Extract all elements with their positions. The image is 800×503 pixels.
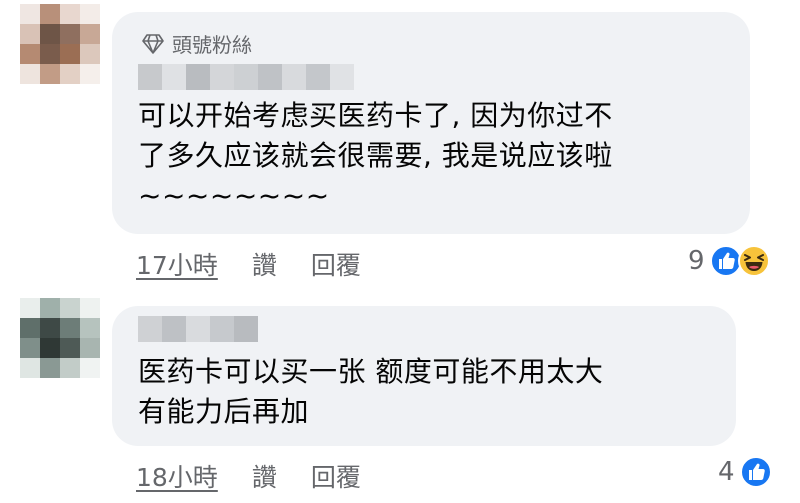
reaction-summary[interactable]: 4: [718, 455, 773, 489]
diamond-icon: [142, 33, 164, 54]
like-button[interactable]: 讚: [252, 246, 277, 282]
commenter-avatar[interactable]: [20, 298, 100, 378]
haha-icon: [737, 245, 770, 277]
comment-bubble: 医药卡可以买一张 额度可能不用太大 有能力后再加: [112, 306, 736, 446]
comment-bubble: 頭號粉絲 可以开始考虑买医药卡了, 因为你过不 了多久应该就会很需要, 我是说应…: [112, 12, 750, 234]
like-button[interactable]: 讚: [252, 458, 277, 494]
comment-text: 医药卡可以买一张 额度可能不用太大 有能力后再加: [138, 355, 604, 428]
comment-timestamp[interactable]: 17小時: [136, 246, 218, 282]
badge-label: 頭號粉絲: [172, 33, 252, 57]
comment-timestamp[interactable]: 18小時: [136, 458, 218, 494]
comment-text: 可以开始考虑买医药卡了, 因为你过不 了多久应该就会很需要, 我是说应该啦 ~~…: [138, 99, 613, 212]
reply-button[interactable]: 回覆: [311, 458, 361, 494]
commenter-name[interactable]: [138, 64, 354, 90]
comment-actions: 18小時 讚 回覆: [136, 458, 395, 494]
reaction-count: 9: [688, 246, 705, 276]
commenter-name[interactable]: [138, 316, 258, 342]
commenter-avatar[interactable]: [20, 4, 100, 84]
like-icon: [739, 456, 772, 488]
reply-button[interactable]: 回覆: [311, 246, 361, 282]
reaction-summary[interactable]: 9: [688, 244, 771, 278]
reaction-count: 4: [718, 457, 735, 487]
comment-actions: 17小時 讚 回覆: [136, 246, 395, 282]
top-fan-badge: 頭號粉絲: [142, 29, 252, 58]
